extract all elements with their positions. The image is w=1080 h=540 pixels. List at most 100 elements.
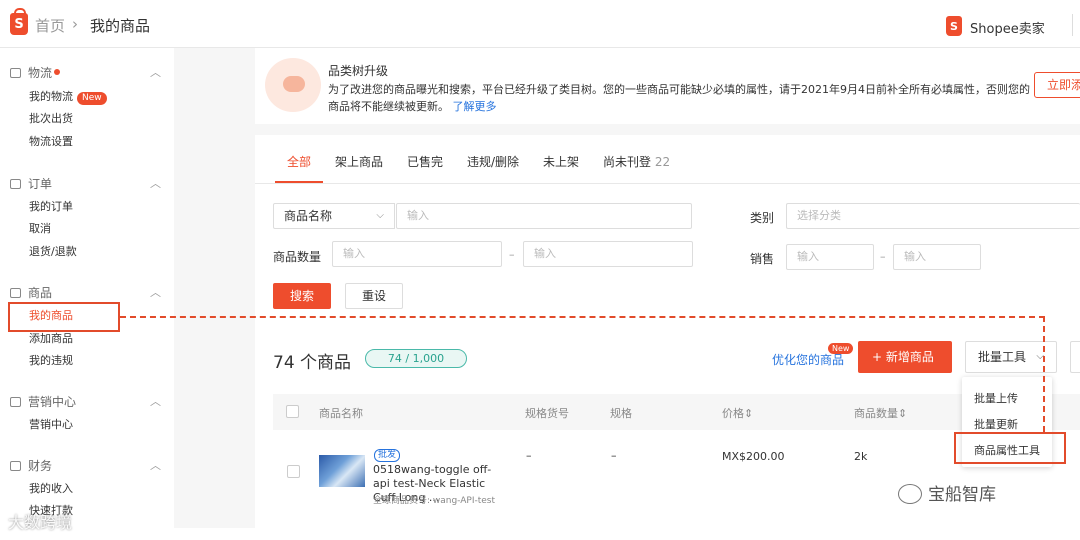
menu-item-bulk-update[interactable]: 批量更新: [974, 416, 1018, 432]
variation-sku-cell: –: [526, 449, 532, 462]
chevron-down-icon: ⌵: [376, 210, 384, 221]
highlight-box-my-products: [8, 302, 120, 332]
quantity-label: 商品数量: [273, 250, 322, 264]
tab-divider: [255, 183, 1080, 184]
collapse-chevron-icon[interactable]: ︿: [150, 175, 161, 191]
new-badge: New: [77, 92, 107, 105]
menu-item-bulk-upload[interactable]: 批量上传: [974, 390, 1018, 406]
sidebar-item-my-income[interactable]: 我的收入: [29, 480, 73, 496]
clipboard-icon: [10, 179, 21, 189]
sidebar-section-products[interactable]: 商品: [10, 284, 52, 301]
search-field-select[interactable]: 商品名称 ⌵: [273, 203, 395, 229]
breadcrumb-chevron-icon: ›: [72, 15, 78, 33]
sidebar-section-label: 订单: [28, 177, 53, 191]
sidebar-section-label: 营销中心: [28, 395, 77, 409]
watermark-left: 大数跨境: [8, 513, 73, 532]
sidebar-item-my-orders[interactable]: 我的订单: [29, 198, 73, 214]
product-thumbnail[interactable]: [319, 455, 365, 487]
category-label: 类别: [750, 211, 775, 225]
add-product-button[interactable]: + 新增商品: [858, 341, 952, 373]
column-header: 商品名称: [319, 407, 363, 420]
sort-icon: ⇕: [898, 407, 908, 420]
learn-more-link[interactable]: 了解更多: [453, 100, 497, 113]
more-actions-button[interactable]: [1070, 341, 1080, 373]
sidebar-section-logistics[interactable]: 物流: [10, 64, 61, 81]
tab-unpublished[interactable]: 尚未刊登 22: [603, 153, 670, 170]
sidebar-item-add-product[interactable]: 添加商品: [29, 330, 73, 346]
range-dash: –: [880, 250, 886, 263]
highlight-box-attribute-tool: [954, 432, 1066, 464]
collapse-chevron-icon[interactable]: ︿: [150, 64, 161, 80]
collapse-chevron-icon[interactable]: ︿: [150, 393, 161, 409]
sidebar-item-cancellations[interactable]: 取消: [29, 220, 51, 236]
sidebar-item-marketing-centre[interactable]: 营销中心: [29, 416, 73, 432]
notification-dot: [54, 69, 61, 75]
column-header-sortable[interactable]: 价格⇕: [722, 405, 753, 421]
sales-label: 销售: [750, 252, 775, 266]
tab-all[interactable]: 全部: [287, 153, 311, 170]
sidebar-section-label: 物流: [28, 66, 53, 80]
price-cell: MX$200.00: [722, 450, 785, 463]
global-sku: 全球商品货号: wang-API-test: [373, 496, 496, 506]
sidebar-section-finance[interactable]: 财务: [10, 457, 52, 474]
product-quota-badge: 74 / 1,000: [365, 349, 467, 368]
wholesale-tag: 批发: [374, 449, 401, 462]
column-header: 规格货号: [525, 407, 569, 420]
tab-live[interactable]: 架上商品: [335, 153, 383, 170]
product-list-panel: 全部 架上商品 已售完 违规/删除 未上架 尚未刊登 22 商品名称 ⌵ 输入 类…: [255, 135, 1080, 535]
wechat-icon: [898, 484, 922, 504]
sales-min-input[interactable]: 输入: [786, 244, 874, 270]
top-header: S 首页 › 我的商品 S Shopee卖家: [0, 0, 1080, 48]
column-header-sortable[interactable]: 商品数量⇕: [854, 405, 907, 421]
range-dash: –: [509, 248, 515, 261]
quantity-max-input[interactable]: 输入: [523, 241, 693, 267]
sidebar: 物流 ︿ 我的物流 New 批次出货 物流设置 订单 ︿ 我的订单 取消 退货/退…: [0, 48, 174, 528]
sidebar-item-my-logistics[interactable]: 我的物流 New: [29, 88, 107, 105]
sidebar-item-my-violations[interactable]: 我的违规: [29, 352, 73, 368]
table-header: 商品名称 规格货号 规格 价格⇕ 商品数量⇕: [273, 394, 1080, 430]
sidebar-item-batch-ship[interactable]: 批次出货: [29, 110, 73, 126]
select-all-checkbox[interactable]: [286, 405, 299, 418]
new-badge: New: [828, 343, 854, 354]
row-checkbox[interactable]: [287, 465, 300, 478]
sidebar-section-label: 商品: [28, 286, 53, 300]
product-box-icon: [10, 288, 21, 298]
megaphone-illustration-icon: [265, 58, 321, 112]
category-select[interactable]: 选择分类: [786, 203, 1080, 229]
tab-violation[interactable]: 违规/删除: [467, 153, 519, 170]
truck-icon: [10, 68, 21, 78]
header-divider: [1072, 14, 1073, 36]
product-name-input[interactable]: 输入: [396, 203, 692, 229]
search-button[interactable]: 搜索: [273, 283, 331, 309]
tab-unlisted[interactable]: 未上架: [543, 153, 579, 170]
column-header: 规格: [610, 407, 632, 420]
breadcrumb-current: 我的商品: [90, 17, 151, 35]
seller-center-title[interactable]: Shopee卖家: [970, 18, 1045, 37]
product-count-title: 74 个商品: [273, 353, 352, 373]
watermark-right: 宝船智库: [898, 480, 996, 505]
collapse-chevron-icon[interactable]: ︿: [150, 457, 161, 473]
sidebar-item-logistics-settings[interactable]: 物流设置: [29, 133, 73, 149]
dashed-connector-horizontal: [120, 316, 1045, 318]
sidebar-section-label: 财务: [28, 459, 53, 473]
category-upgrade-notice: 品类树升级 为了改进您的商品曝光和搜索，平台已经升级了类目树。您的一些商品可能缺…: [255, 48, 1080, 124]
seller-logo-icon: S: [946, 16, 962, 36]
shopee-logo-icon[interactable]: S: [10, 8, 28, 35]
sidebar-section-orders[interactable]: 订单: [10, 175, 52, 192]
breadcrumb-home[interactable]: 首页: [35, 15, 65, 36]
tab-count: 22: [654, 155, 671, 169]
stock-cell: 2k: [854, 450, 868, 463]
quantity-min-input[interactable]: 输入: [332, 241, 502, 267]
dashed-connector-vertical: [1043, 316, 1045, 432]
sales-max-input[interactable]: 输入: [893, 244, 981, 270]
fill-now-button[interactable]: 立即添: [1034, 72, 1080, 98]
sort-icon: ⇕: [744, 407, 754, 420]
tag-icon: [10, 397, 21, 407]
sidebar-section-marketing[interactable]: 营销中心: [10, 393, 76, 410]
wallet-icon: [10, 461, 21, 471]
reset-button[interactable]: 重设: [345, 283, 403, 309]
sidebar-item-returns[interactable]: 退货/退款: [29, 243, 77, 259]
tab-sold-out[interactable]: 已售完: [407, 153, 443, 170]
notice-title: 品类树升级: [328, 64, 389, 78]
collapse-chevron-icon[interactable]: ︿: [150, 284, 161, 300]
